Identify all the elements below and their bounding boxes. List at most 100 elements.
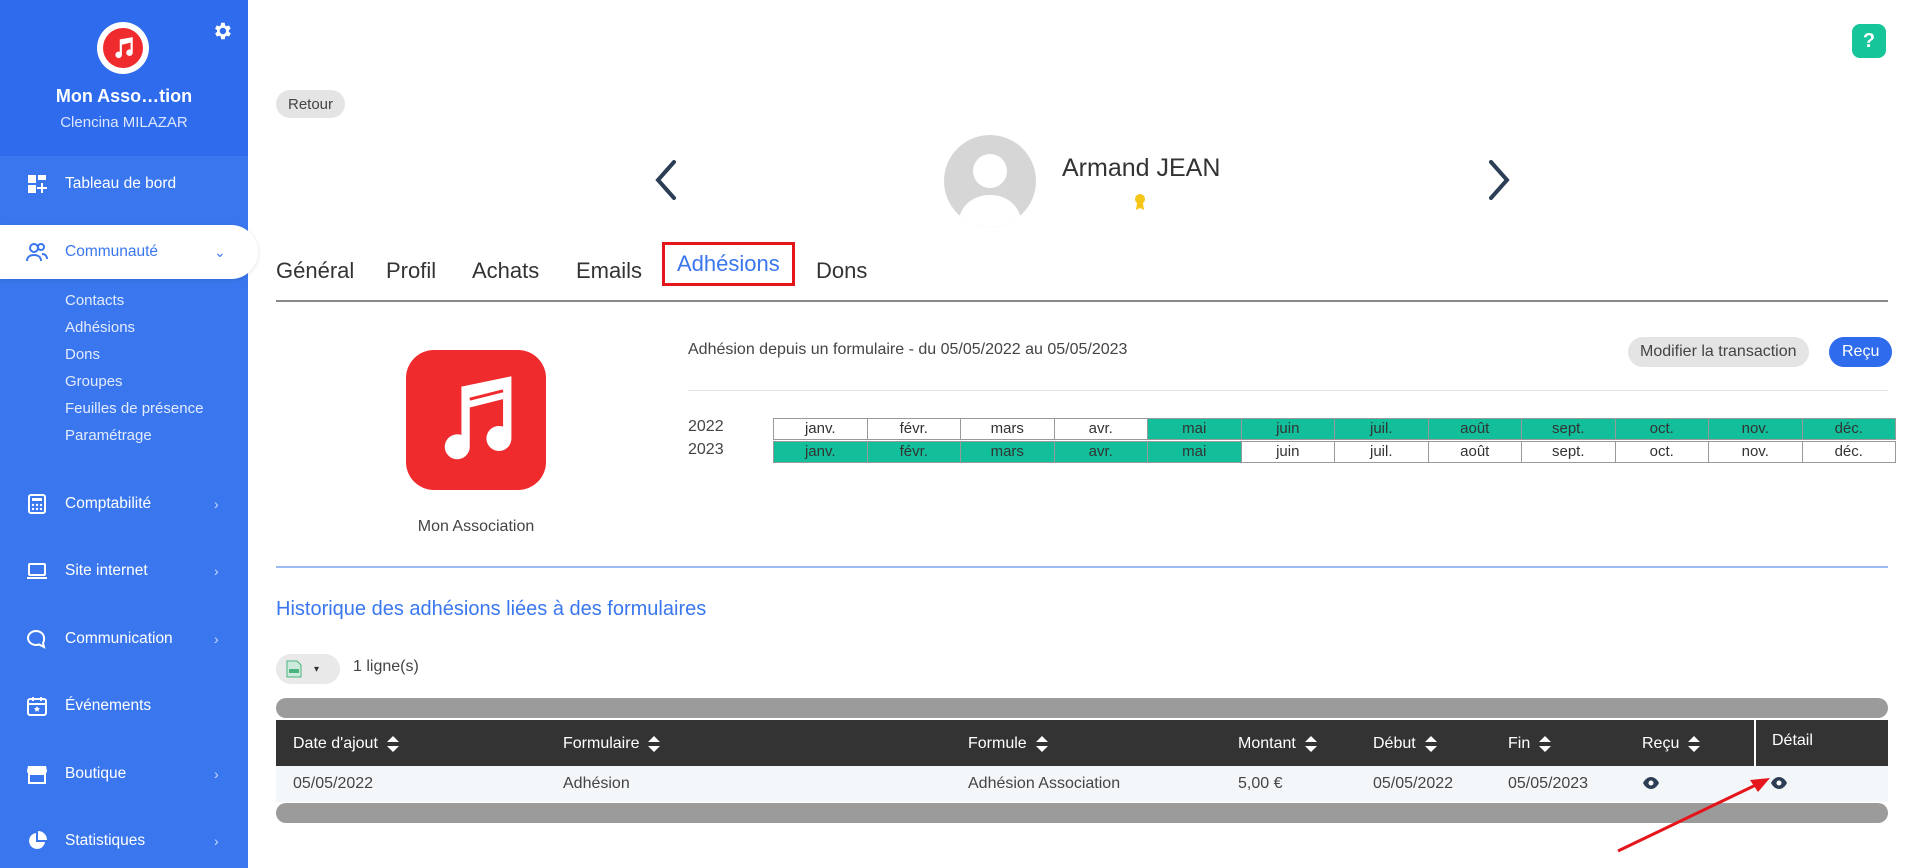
export-button[interactable]: ▾ [276,654,340,684]
nav-site-internet[interactable]: Site internet › [0,551,248,591]
association-name: Mon Association [417,518,535,535]
association-logo [406,350,546,490]
subnav-dons[interactable]: Dons [65,346,100,363]
nav-label: Site internet [65,562,148,579]
cell-formulaire: Adhésion [563,775,630,792]
calendar-month-cell: avr. [1053,418,1148,440]
cell-debut: 05/05/2022 [1373,775,1454,792]
column-header-recu[interactable]: Reçu [1642,735,1701,753]
calendar-month-cell: déc. [1801,418,1896,440]
subnav-contacts[interactable]: Contacts [65,292,124,309]
sort-icon [1688,736,1701,752]
divider [688,390,1888,391]
table-scrollbar-top[interactable] [276,698,1888,718]
nav-label: Communauté [65,243,159,260]
gear-icon[interactable] [211,20,233,42]
annotation-arrow-icon [1617,778,1770,853]
calendar-icon [25,694,49,718]
column-header-formule[interactable]: Formule [968,735,1049,753]
column-header-montant[interactable]: Montant [1238,735,1318,753]
pie-chart-icon [25,829,49,853]
laptop-icon [25,559,49,583]
calendar-month-cell: mai [1147,441,1242,463]
receipt-button[interactable]: Reçu [1829,337,1893,367]
calendar-month-cell: juin [1240,441,1335,463]
calendar-year-2023: 2023 [688,441,724,458]
nav-statistiques[interactable]: Statistiques › [0,821,248,861]
music-note-icon [115,37,133,59]
contact-name: Armand JEAN [1062,154,1221,182]
adhesion-description: Adhésion depuis un formulaire - du 05/05… [688,341,1128,358]
column-header-formulaire[interactable]: Formulaire [563,735,661,753]
nav-community[interactable]: Communauté ⌄ [0,225,258,279]
nav-label: Comptabilité [65,495,152,512]
nav-label: Tableau de bord [65,175,177,192]
nav-label: Communication [65,630,173,647]
help-button[interactable]: ? [1852,24,1886,58]
tab-profil[interactable]: Profil [386,250,436,292]
chevron-right-icon: › [214,833,219,849]
subnav-adhesions[interactable]: Adhésions [65,319,135,336]
sort-icon [648,736,661,752]
calendar-month-cell: oct. [1614,418,1709,440]
tab-emails[interactable]: Emails [576,250,642,292]
column-header-fin[interactable]: Fin [1508,735,1552,753]
community-icon [25,240,49,264]
tab-dons[interactable]: Dons [816,250,867,292]
subnav-groupes[interactable]: Groupes [65,373,123,390]
calendar-month-cell: janv. [773,418,868,440]
calendar-month-cell: mars [960,418,1055,440]
calendar-month-cell: août [1427,441,1522,463]
chat-icon [25,627,49,651]
sort-icon [1035,736,1048,752]
user-name: Clencina MILAZAR [60,114,188,131]
nav-communication[interactable]: Communication › [0,619,248,659]
calendar-month-cell: mars [960,441,1055,463]
column-header-detail: Détail [1754,720,1888,766]
chevron-right-icon: › [214,631,219,647]
subnav-parametrage[interactable]: Paramétrage [65,427,152,444]
calendar-month-cell: avr. [1053,441,1148,463]
calendar-month-cell: juil. [1334,441,1429,463]
nav-label: Événements [65,697,152,714]
tab-achats[interactable]: Achats [472,250,539,292]
csv-file-icon [286,660,302,678]
next-contact-icon[interactable] [1483,158,1513,202]
nav-dashboard[interactable]: Tableau de bord [0,164,248,204]
calendar-month-cell: mai [1147,418,1242,440]
calculator-icon [25,492,49,516]
edit-transaction-button[interactable]: Modifier la transaction [1628,337,1809,367]
calendar-month-cell: sept. [1521,441,1616,463]
tab-adhesions[interactable]: Adhésions [662,242,795,286]
profile-tabs: Général Profil Achats Emails Adhésions D… [276,242,1888,302]
chevron-right-icon: › [214,496,219,512]
nav-evenements[interactable]: Événements [0,686,248,726]
chevron-right-icon: › [214,563,219,579]
calendar-month-cell: oct. [1614,441,1709,463]
nav-boutique[interactable]: Boutique › [0,754,248,794]
chevron-right-icon: › [214,766,219,782]
back-button[interactable]: Retour [276,90,346,118]
cell-formule: Adhésion Association [968,775,1121,792]
org-logo[interactable] [97,22,149,74]
calendar-month-cell: déc. [1801,441,1896,463]
tab-general[interactable]: Général [276,250,354,292]
calendar-month-cell: nov. [1708,441,1803,463]
calendar-month-cell: sept. [1521,418,1616,440]
calendar-month-cell: août [1427,418,1522,440]
sidebar-header: Mon Asso…tion Clencina MILAZAR [0,0,248,156]
column-header-date[interactable]: Date d'ajout [293,735,400,753]
org-name: Mon Asso…tion [55,86,193,106]
user-placeholder-icon [958,154,1022,227]
subnav-feuilles[interactable]: Feuilles de présence [65,400,203,417]
table-header: Date d'ajout Formulaire Formule Montant … [276,720,1888,766]
previous-contact-icon[interactable] [652,158,682,202]
dashboard-icon [25,172,49,196]
column-header-debut[interactable]: Début [1373,735,1438,753]
nav-comptabilite[interactable]: Comptabilité › [0,484,248,524]
cell-date: 05/05/2022 [293,775,374,792]
dropdown-caret-icon: ▾ [314,663,320,675]
chevron-down-icon: ⌄ [214,243,226,260]
cell-fin: 05/05/2023 [1508,775,1589,792]
medal-icon [1135,194,1145,210]
